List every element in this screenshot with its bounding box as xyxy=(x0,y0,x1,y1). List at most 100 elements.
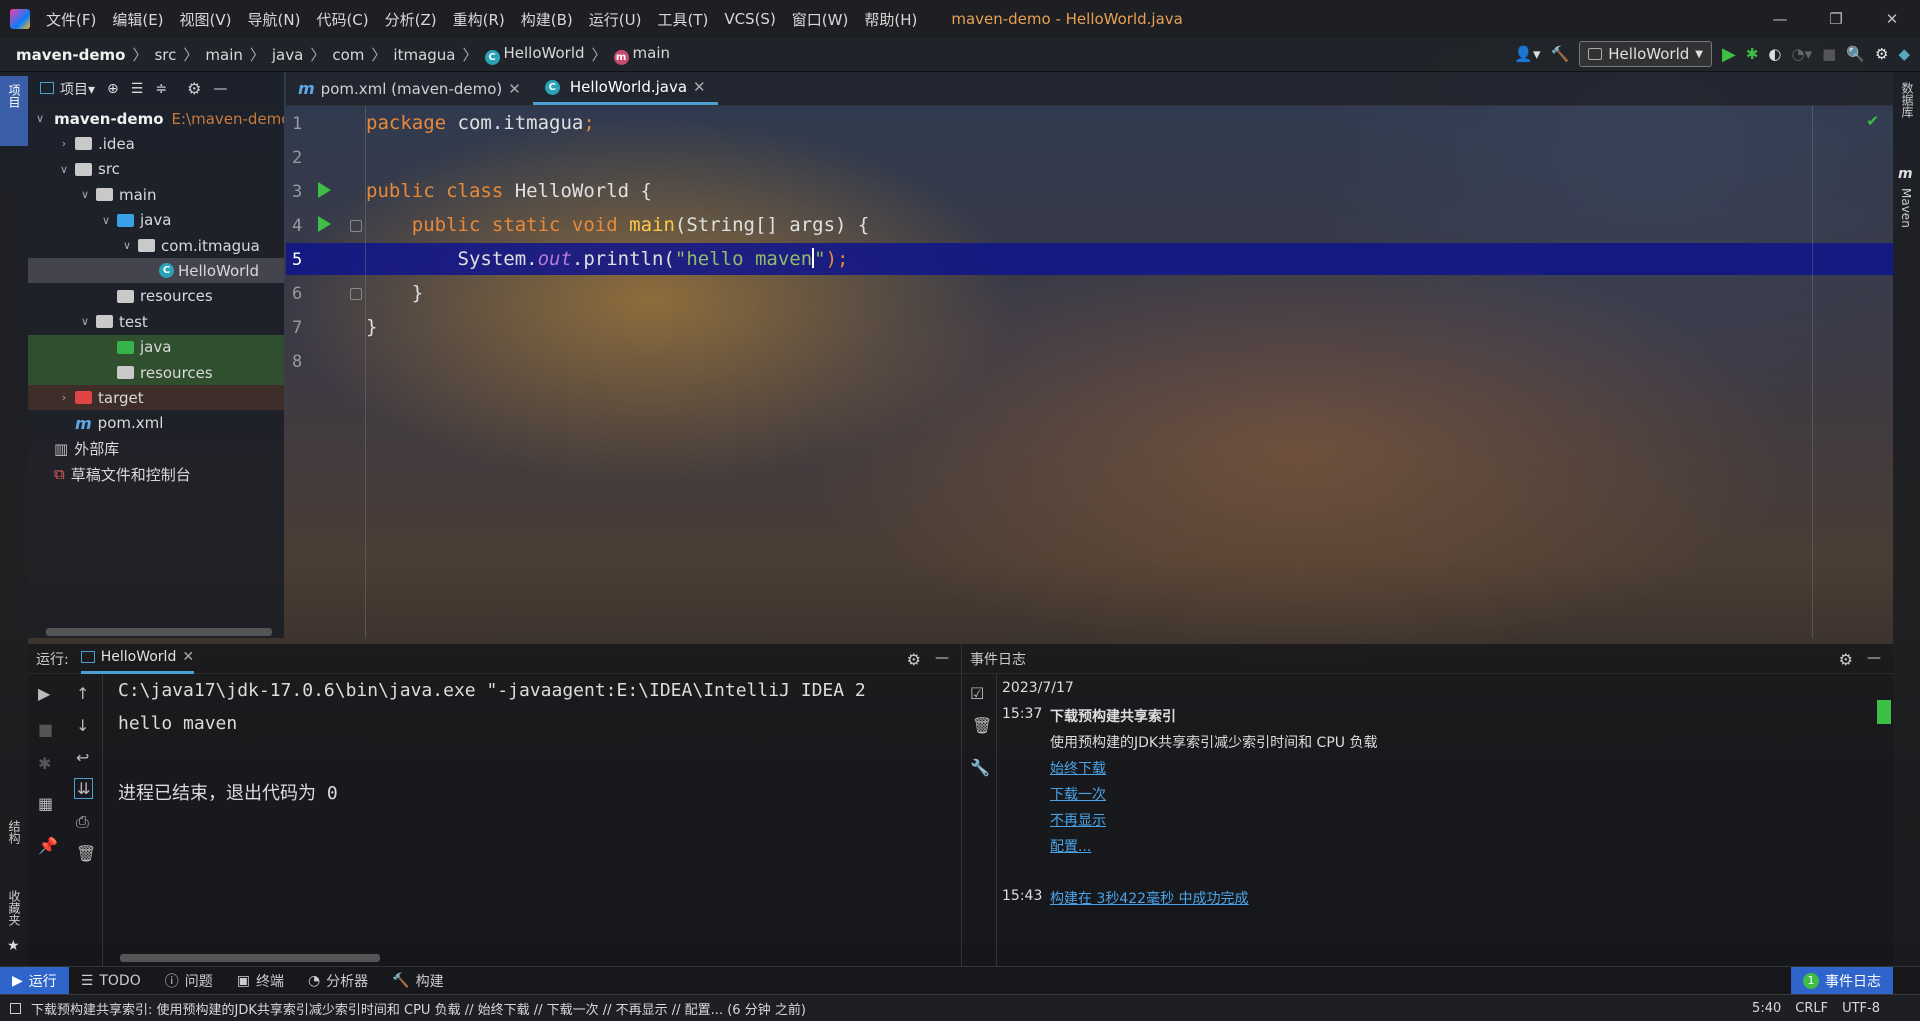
favorites-tool-tab[interactable]: 收藏夹 xyxy=(6,890,23,926)
maven-tool-tab[interactable]: Maven xyxy=(1899,188,1913,228)
stop-icon[interactable]: ■ xyxy=(38,720,53,739)
inspection-ok-icon[interactable]: ✔ xyxy=(1866,112,1879,130)
tab-pom-xml[interactable]: m pom.xml (maven-demo) ✕ xyxy=(286,72,533,105)
breadcrumb-method[interactable]: m main xyxy=(613,44,670,65)
chevron-right-icon[interactable]: › xyxy=(57,391,71,404)
tab-build[interactable]: 🔨 构建 xyxy=(380,967,455,995)
pin-icon[interactable]: 📌 xyxy=(38,836,58,855)
restore-icon[interactable]: ❐ xyxy=(1808,0,1864,38)
menu-edit[interactable]: 编辑(E) xyxy=(112,9,163,30)
run-class-gutter-icon[interactable] xyxy=(318,182,331,198)
layout-icon[interactable]: ▦ xyxy=(38,794,53,813)
debug-icon[interactable]: ✱ xyxy=(1746,45,1759,63)
hide-panel-icon[interactable]: — xyxy=(213,81,227,97)
link-download-once[interactable]: 下载一次 xyxy=(1050,784,1106,804)
locate-icon[interactable]: ⊕ xyxy=(107,81,119,97)
menu-tools[interactable]: 工具(T) xyxy=(657,9,708,30)
menu-navigate[interactable]: 导航(N) xyxy=(248,9,301,30)
arrow-up-icon[interactable]: ↑ xyxy=(76,684,89,703)
tree-item-java[interactable]: java xyxy=(28,334,284,360)
chevron-down-icon[interactable]: ∨ xyxy=(78,315,92,328)
chevron-down-icon[interactable]: ∨ xyxy=(78,188,92,201)
tab-event-log[interactable]: 1 事件日志 xyxy=(1791,966,1893,995)
tree-item-helloworld[interactable]: C HelloWorld xyxy=(28,258,284,284)
tree-item-target[interactable]: › target xyxy=(28,385,284,411)
soft-wrap-icon[interactable]: ↩ xyxy=(76,748,89,767)
breadcrumb-main[interactable]: main xyxy=(205,46,242,64)
scroll-to-end-icon[interactable]: ⇊ xyxy=(74,778,94,799)
close-tab-icon[interactable]: ✕ xyxy=(508,80,521,98)
close-tab-icon[interactable]: ✕ xyxy=(182,649,194,665)
run-icon[interactable]: ▶ xyxy=(1722,44,1736,65)
print-icon[interactable]: ⎙ xyxy=(76,812,89,832)
toolbox-icon[interactable]: ◆ xyxy=(1898,45,1910,63)
breadcrumb-itmagua[interactable]: itmagua xyxy=(393,46,455,64)
horizontal-scrollbar[interactable] xyxy=(120,954,380,962)
tree-item--[interactable]: ⧉ 草稿文件和控制台 xyxy=(28,462,284,487)
fold-icon[interactable] xyxy=(350,220,362,232)
breadcrumb-java[interactable]: java xyxy=(272,46,303,64)
tree-item-main[interactable]: ∨ main xyxy=(28,182,284,207)
gear-icon[interactable]: ⚙ xyxy=(1839,650,1853,669)
menu-refactor[interactable]: 重构(R) xyxy=(453,9,505,30)
chevron-down-icon[interactable]: ∨ xyxy=(99,214,113,227)
breadcrumb-src[interactable]: src xyxy=(154,46,176,64)
tree-item-resources[interactable]: resources xyxy=(28,284,284,309)
close-window-icon[interactable]: ✕ xyxy=(1864,0,1920,38)
gear-icon[interactable]: ⚙ xyxy=(187,79,201,98)
chevron-right-icon[interactable]: › xyxy=(57,137,71,150)
profile-icon[interactable]: ◔▾ xyxy=(1792,45,1813,63)
link-dont-show[interactable]: 不再显示 xyxy=(1050,810,1106,830)
tree-item-resources[interactable]: resources xyxy=(28,360,284,385)
run-main-gutter-icon[interactable] xyxy=(318,216,331,232)
mark-read-icon[interactable]: ☑ xyxy=(970,684,984,703)
chevron-down-icon[interactable]: ∨ xyxy=(57,163,71,176)
database-tool-tab[interactable]: 数据库 xyxy=(1899,82,1916,118)
status-message[interactable]: 下载预构建共享索引: 使用预构建的JDK共享索引减少索引时间和 CPU 负载 /… xyxy=(31,999,1531,1018)
breadcrumb-com[interactable]: com xyxy=(332,46,364,64)
tree-item-src[interactable]: ∨ src xyxy=(28,157,284,182)
breadcrumb-project[interactable]: maven-demo xyxy=(16,46,125,64)
link-build-result[interactable]: 构建在 3秒422毫秒 中成功完成 xyxy=(1050,888,1249,908)
breadcrumb-class[interactable]: C HelloWorld xyxy=(484,44,585,65)
structure-tool-tab[interactable]: 结构 xyxy=(6,820,23,844)
close-tab-icon[interactable]: ✕ xyxy=(693,78,706,96)
tab-terminal[interactable]: ▣ 终端 xyxy=(225,967,296,995)
link-configure[interactable]: 配置... xyxy=(1050,836,1091,856)
fold-icon[interactable] xyxy=(350,288,362,300)
hide-panel-icon[interactable]: — xyxy=(1867,650,1881,666)
menu-window[interactable]: 窗口(W) xyxy=(792,9,849,30)
menu-view[interactable]: 视图(V) xyxy=(180,9,232,30)
cursor-position[interactable]: 5:40 xyxy=(1752,1001,1781,1016)
menu-vcs[interactable]: VCS(S) xyxy=(724,10,775,28)
tree-item--idea[interactable]: › .idea xyxy=(28,131,284,156)
console-output[interactable]: C:\java17\jdk-17.0.6\bin\java.exe "-java… xyxy=(118,680,866,804)
line-separator[interactable]: CRLF xyxy=(1795,1001,1828,1016)
project-view-select[interactable]: 项目▾ xyxy=(40,79,95,99)
coverage-icon[interactable]: ◐ xyxy=(1768,45,1781,63)
user-icon[interactable]: 👤▾ xyxy=(1514,45,1540,63)
chevron-down-icon[interactable]: ∨ xyxy=(120,239,134,252)
tree-item--[interactable]: ▥ 外部库 xyxy=(28,436,284,461)
gear-icon[interactable]: ⚙ xyxy=(907,650,921,669)
tree-item-test[interactable]: ∨ test xyxy=(28,309,284,334)
link-always-download[interactable]: 始终下载 xyxy=(1050,758,1106,778)
run-tab-helloworld[interactable]: HelloWorld ✕ xyxy=(80,644,195,674)
tab-profiler[interactable]: ◔ 分析器 xyxy=(296,967,380,995)
menu-analyze[interactable]: 分析(Z) xyxy=(385,9,437,30)
hide-panel-icon[interactable]: — xyxy=(935,650,949,666)
tree-item-com-itmagua[interactable]: ∨ com.itmagua xyxy=(28,233,284,258)
build-hammer-icon[interactable]: 🔨 xyxy=(1551,45,1570,63)
debug-bug-icon[interactable]: ✱ xyxy=(38,754,51,773)
tree-item-pom-xml[interactable]: m pom.xml xyxy=(28,411,284,436)
tab-problems[interactable]: ⓘ 问题 xyxy=(153,967,225,995)
settings-icon[interactable]: ⚙ xyxy=(1875,45,1888,63)
tab-helloworld-java[interactable]: C HelloWorld.java ✕ xyxy=(532,72,718,105)
horizontal-scrollbar[interactable] xyxy=(46,628,272,636)
menu-run[interactable]: 运行(U) xyxy=(589,9,642,30)
tree-item-maven-demo[interactable]: ∨ maven-demo E:\maven-demo xyxy=(28,106,284,131)
project-tool-tab[interactable]: 项目 xyxy=(0,76,28,146)
menu-build[interactable]: 构建(B) xyxy=(521,9,573,30)
stop-icon[interactable]: ■ xyxy=(1822,45,1836,63)
minimize-icon[interactable]: — xyxy=(1752,0,1808,38)
